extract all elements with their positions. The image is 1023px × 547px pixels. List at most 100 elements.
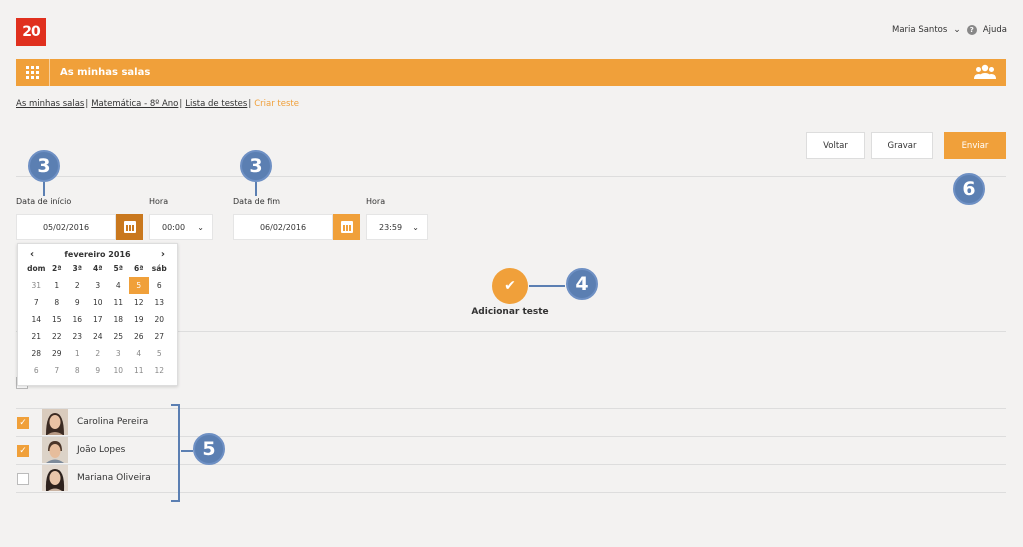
calendar-day[interactable]: 25 [108, 328, 129, 345]
back-button[interactable]: Voltar [806, 132, 865, 159]
calendar-day[interactable]: 8 [47, 294, 68, 311]
apps-grid-icon[interactable] [16, 59, 50, 86]
student-checkbox[interactable] [17, 473, 29, 485]
annotation-marker-6: 6 [953, 173, 985, 205]
calendar-day[interactable]: 21 [26, 328, 47, 345]
annotation-marker-5: 5 [193, 433, 225, 465]
calendar-day[interactable]: 6 [149, 277, 170, 294]
calendar-day[interactable]: 16 [67, 311, 88, 328]
calendar-day[interactable]: 19 [129, 311, 150, 328]
calendar-day[interactable]: 23 [67, 328, 88, 345]
add-test-button[interactable]: ✔ [492, 268, 528, 304]
calendar-day[interactable]: 7 [26, 294, 47, 311]
end-time-label: Hora [366, 197, 386, 206]
chevron-down-icon[interactable]: ⌄ [953, 25, 961, 35]
send-button[interactable]: Enviar [944, 132, 1006, 159]
end-date-label: Data de fim [233, 197, 281, 206]
start-time-select[interactable]: 00:00 ⌄ [149, 214, 213, 240]
marker-connector [43, 182, 45, 196]
calendar-day[interactable]: 9 [88, 362, 109, 379]
annotation-marker-4: 4 [566, 268, 598, 300]
chevron-left-icon[interactable]: ‹ [30, 249, 34, 260]
datepicker-month: fevereiro 2016 [64, 249, 131, 259]
calendar-icon[interactable] [333, 214, 360, 240]
calendar-day[interactable]: 27 [149, 328, 170, 345]
user-area: Maria Santos ⌄ ? Ajuda [892, 25, 1007, 35]
calendar-day[interactable]: 10 [108, 362, 129, 379]
annotation-marker-3-end: 3 [240, 150, 272, 182]
marker-connector [181, 450, 193, 452]
help-link[interactable]: Ajuda [983, 25, 1007, 35]
avatar [42, 409, 68, 435]
calendar-day[interactable]: 14 [26, 311, 47, 328]
annotation-marker-3-start: 3 [28, 150, 60, 182]
divider [16, 492, 1006, 493]
calendar-day[interactable]: 5 [149, 345, 170, 362]
chevron-down-icon: ⌄ [197, 222, 204, 232]
calendar-day[interactable]: 20 [149, 311, 170, 328]
avatar [42, 437, 68, 463]
calendar-day[interactable]: 4 [129, 345, 150, 362]
calendar-day[interactable]: 11 [108, 294, 129, 311]
end-time-select[interactable]: 23:59 ⌄ [366, 214, 428, 240]
calendar-day[interactable]: 31 [26, 277, 47, 294]
calendar-day[interactable]: 15 [47, 311, 68, 328]
student-checkbox[interactable]: ✓ [17, 445, 29, 457]
datepicker-grid: dom 2ª 3ª 4ª 5ª 6ª sáb [18, 260, 177, 277]
chevron-right-icon[interactable]: › [161, 249, 165, 260]
calendar-day[interactable]: 7 [47, 362, 68, 379]
avatar [42, 465, 68, 491]
weekday-label: dom [27, 264, 46, 273]
calendar-day[interactable]: 2 [67, 277, 88, 294]
calendar-day[interactable]: 1 [67, 345, 88, 362]
people-icon[interactable] [974, 64, 996, 80]
calendar-day[interactable]: 1 [47, 277, 68, 294]
breadcrumb-current: Criar teste [254, 99, 299, 109]
calendar-day[interactable]: 11 [129, 362, 150, 379]
save-button[interactable]: Gravar [871, 132, 933, 159]
calendar-day[interactable]: 29 [47, 345, 68, 362]
student-name: João Lopes [77, 445, 126, 455]
calendar-icon[interactable] [116, 214, 143, 240]
marker-connector [255, 182, 257, 196]
divider [16, 176, 1006, 177]
calendar-day[interactable]: 13 [149, 294, 170, 311]
calendar-day[interactable]: 22 [47, 328, 68, 345]
start-date-input[interactable]: 05/02/2016 [16, 214, 116, 240]
calendar-day[interactable]: 3 [88, 277, 109, 294]
calendar-day[interactable]: 3 [108, 345, 129, 362]
calendar-day[interactable]: 4 [108, 277, 129, 294]
divider [16, 408, 1006, 409]
user-name[interactable]: Maria Santos [892, 25, 947, 35]
breadcrumb-link[interactable]: Lista de testes [185, 99, 247, 109]
calendar-day[interactable]: 12 [129, 294, 150, 311]
calendar-day[interactable]: 24 [88, 328, 109, 345]
calendar-day[interactable]: 10 [88, 294, 109, 311]
weekday-label: 4ª [93, 264, 103, 273]
student-name: Carolina Pereira [77, 417, 149, 427]
calendar-day[interactable]: 5 [128, 277, 149, 294]
chevron-down-icon: ⌄ [412, 222, 419, 232]
section-title: As minhas salas [60, 67, 151, 78]
calendar-day[interactable]: 6 [26, 362, 47, 379]
weekday-label: sáb [151, 264, 167, 273]
end-date-input[interactable]: 06/02/2016 [233, 214, 333, 240]
calendar-day[interactable]: 12 [149, 362, 170, 379]
calendar-day[interactable]: 2 [88, 345, 109, 362]
marker-connector [529, 285, 565, 287]
breadcrumb-link[interactable]: Matemática - 8º Ano [91, 99, 178, 109]
calendar-day[interactable]: 18 [108, 311, 129, 328]
add-test-label[interactable]: Adicionar teste [470, 307, 550, 317]
help-icon[interactable]: ? [966, 25, 977, 35]
logo[interactable]: 20 [16, 18, 46, 46]
student-name: Mariana Oliveira [77, 473, 151, 483]
calendar-day[interactable]: 8 [67, 362, 88, 379]
calendar-day[interactable]: 17 [88, 311, 109, 328]
datepicker: ‹ fevereiro 2016 › dom 2ª 3ª 4ª 5ª 6ª sá… [17, 243, 178, 386]
start-time-label: Hora [149, 197, 169, 206]
calendar-day[interactable]: 26 [129, 328, 150, 345]
student-checkbox[interactable]: ✓ [17, 417, 29, 429]
breadcrumb-link[interactable]: As minhas salas [16, 99, 84, 109]
calendar-day[interactable]: 28 [26, 345, 47, 362]
calendar-day[interactable]: 9 [67, 294, 88, 311]
